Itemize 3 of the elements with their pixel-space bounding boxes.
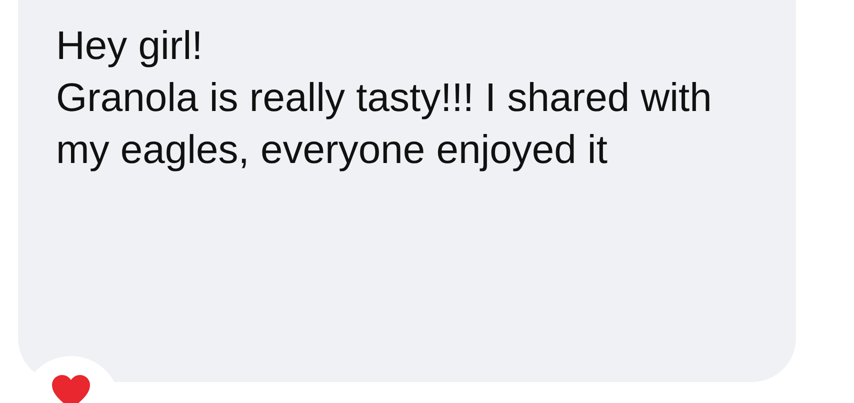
message-text: Granola is really tasty!!! I shared with my eagles, everyone enjoyed it [56, 75, 713, 174]
message-text: Hey girl! [56, 23, 204, 70]
heart-icon [51, 374, 91, 403]
